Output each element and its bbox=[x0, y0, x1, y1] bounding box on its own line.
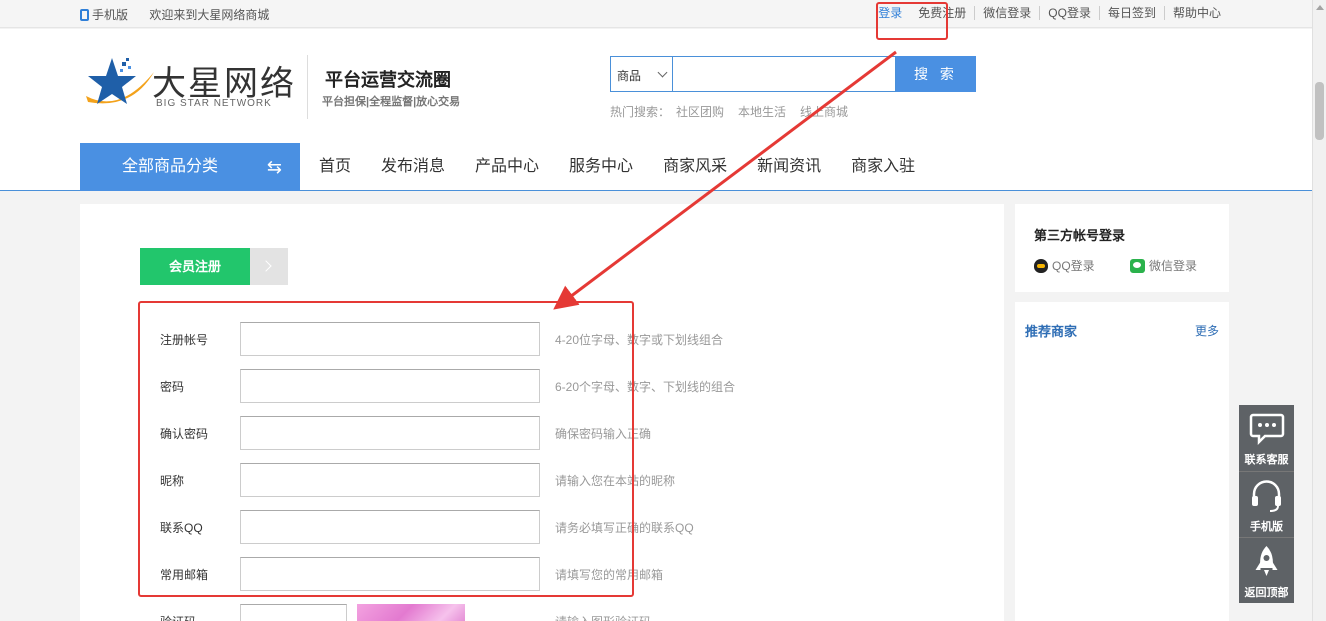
scroll-up-arrow-icon[interactable] bbox=[1316, 5, 1324, 10]
tab-member-register[interactable]: 会员注册 bbox=[140, 248, 250, 285]
password-label: 密码 bbox=[160, 380, 185, 394]
hot-search-item[interactable]: 本地生活 bbox=[738, 105, 786, 119]
captcha-label: 验证码 bbox=[160, 613, 240, 621]
headset-icon bbox=[1252, 480, 1281, 512]
top-bar: 手机版 欢迎来到大星网络商城 登录 免费注册 微信登录 QQ登录 每日签到 帮助… bbox=[0, 0, 1312, 28]
site-header: 大星网络 BIG STAR NETWORK 平台运营交流圈 平台担保|全程监督|… bbox=[0, 29, 1312, 191]
confirm-password-input[interactable] bbox=[240, 416, 540, 450]
captcha-tip: 请输入图形验证码 bbox=[555, 613, 815, 621]
back-to-top-button[interactable]: 返回顶部 bbox=[1239, 537, 1294, 603]
search-bar: 商品 搜 索 bbox=[610, 56, 976, 92]
qq-login-link[interactable]: QQ登录 bbox=[1039, 6, 1099, 20]
nav-products[interactable]: 产品中心 bbox=[460, 143, 554, 191]
more-link[interactable]: 更多 bbox=[1195, 322, 1219, 339]
chevron-down-icon bbox=[657, 67, 668, 78]
wechat-login-button[interactable]: 微信登录 bbox=[1130, 257, 1197, 274]
tab-next-button[interactable] bbox=[250, 248, 288, 285]
confirm-password-tip: 确保密码输入正确 bbox=[555, 427, 652, 441]
account-input[interactable] bbox=[240, 322, 540, 356]
wechat-icon bbox=[1130, 258, 1145, 273]
hot-search-item[interactable]: 社区团购 bbox=[676, 105, 724, 119]
nav-merchant-join[interactable]: 商家入驻 bbox=[836, 143, 930, 191]
search-category-select[interactable]: 商品 bbox=[610, 56, 672, 92]
mobile-version-button[interactable]: 手机版 bbox=[1239, 471, 1294, 537]
floating-toolbar: 联系客服 手机版 返回顶部 bbox=[1239, 405, 1294, 603]
welcome-text: 欢迎来到大星网络商城 bbox=[149, 8, 270, 22]
qq-login-button[interactable]: QQ登录 bbox=[1034, 257, 1095, 274]
mobile-link[interactable]: 手机版 bbox=[80, 8, 128, 22]
third-party-login-panel: 第三方帐号登录 QQ登录 微信登录 bbox=[1015, 204, 1229, 292]
email-input[interactable] bbox=[240, 557, 540, 591]
help-center-link[interactable]: 帮助中心 bbox=[1163, 6, 1229, 20]
phone-icon bbox=[80, 9, 89, 21]
qq-label: 联系QQ bbox=[160, 521, 203, 535]
recommended-merchants-title: 推荐商家 bbox=[1025, 324, 1078, 339]
qq-input[interactable] bbox=[240, 510, 540, 544]
register-panel: 会员注册 注册帐号 4-20位字母、数字或下划线组合 密码 6-20个字母、数字… bbox=[80, 204, 1004, 621]
rocket-icon bbox=[1255, 546, 1278, 576]
logo-divider bbox=[307, 55, 308, 119]
chat-bubble-icon bbox=[1249, 413, 1285, 446]
nav-merchants[interactable]: 商家风采 bbox=[648, 143, 742, 191]
all-categories-button[interactable]: 全部商品分类 ⇆ bbox=[80, 143, 300, 191]
nav-news[interactable]: 新闻资讯 bbox=[742, 143, 836, 191]
qq-icon bbox=[1034, 258, 1048, 273]
confirm-password-label: 确认密码 bbox=[160, 427, 209, 441]
slogan: 平台运营交流圈 bbox=[325, 70, 451, 90]
star-logo-icon bbox=[86, 58, 154, 104]
nickname-input[interactable] bbox=[240, 463, 540, 497]
free-register-link[interactable]: 免费注册 bbox=[910, 6, 974, 20]
scrollbar-thumb[interactable] bbox=[1315, 82, 1324, 140]
account-tip: 4-20位字母、数字或下划线组合 bbox=[555, 333, 724, 347]
daily-checkin-link[interactable]: 每日签到 bbox=[1098, 6, 1164, 20]
site-logo[interactable]: 大星网络 BIG STAR NETWORK bbox=[80, 52, 310, 122]
qq-tip: 请务必填写正确的联系QQ bbox=[555, 521, 694, 535]
nav-home[interactable]: 首页 bbox=[304, 143, 366, 191]
swap-arrows-icon: ⇆ bbox=[266, 157, 282, 177]
chevron-right-icon bbox=[260, 260, 272, 272]
logo-english: BIG STAR NETWORK bbox=[156, 98, 272, 109]
page-scrollbar[interactable] bbox=[1312, 0, 1326, 621]
email-tip: 请填写您的常用邮箱 bbox=[555, 568, 664, 582]
hot-search-label: 热门搜索： bbox=[610, 105, 671, 119]
hot-searches: 热门搜索： 社区团购 本地生活 线上商城 bbox=[610, 103, 862, 120]
nav-services[interactable]: 服务中心 bbox=[554, 143, 648, 191]
nav-publish[interactable]: 发布消息 bbox=[366, 143, 460, 191]
search-button[interactable]: 搜 索 bbox=[896, 56, 976, 92]
captcha-input[interactable] bbox=[240, 604, 347, 621]
password-tip: 6-20个字母、数字、下划线的组合 bbox=[555, 380, 736, 394]
slogan-sub: 平台担保|全程监督|放心交易 bbox=[322, 96, 461, 108]
captcha-image[interactable] bbox=[357, 604, 465, 621]
password-input[interactable] bbox=[240, 369, 540, 403]
third-party-login-title: 第三方帐号登录 bbox=[1034, 228, 1126, 243]
email-label: 常用邮箱 bbox=[160, 568, 209, 582]
nickname-tip: 请输入您在本站的昵称 bbox=[555, 474, 676, 488]
register-tabbar: 会员注册 bbox=[140, 248, 288, 285]
login-link[interactable]: 登录 bbox=[870, 6, 910, 20]
hot-search-item[interactable]: 线上商城 bbox=[800, 105, 848, 119]
wechat-login-link[interactable]: 微信登录 bbox=[974, 6, 1039, 20]
nickname-label: 昵称 bbox=[160, 474, 185, 488]
contact-service-button[interactable]: 联系客服 bbox=[1239, 405, 1294, 471]
search-input[interactable] bbox=[672, 56, 896, 92]
main-nav: 全部商品分类 ⇆ 首页 发布消息 产品中心 服务中心 商家风采 新闻资讯 商家入驻 bbox=[80, 143, 930, 191]
recommended-merchants-panel: 推荐商家 更多 bbox=[1015, 302, 1229, 621]
account-label: 注册帐号 bbox=[160, 333, 209, 347]
